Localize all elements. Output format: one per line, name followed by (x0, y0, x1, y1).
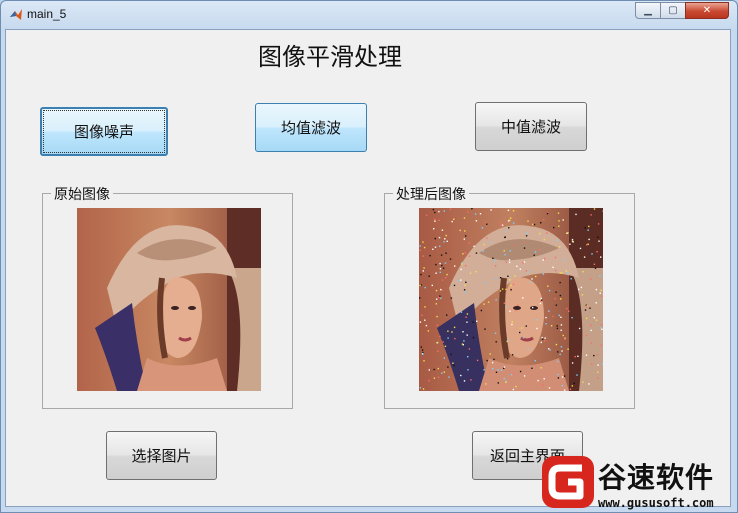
processed-image (419, 208, 603, 391)
title-bar[interactable]: main_5 ▁ ▢ ✕ (1, 1, 737, 29)
mean-filter-button[interactable]: 均值滤波 (255, 103, 367, 152)
maximize-button[interactable]: ▢ (660, 2, 686, 19)
watermark: 谷速软件 www.gususoft.com (538, 454, 738, 513)
gususoft-logo-icon (542, 456, 594, 508)
image-noise-button[interactable]: 图像噪声 (40, 107, 168, 156)
maximize-icon: ▢ (668, 5, 678, 16)
original-panel-title: 原始图像 (51, 184, 113, 204)
minimize-icon: ▁ (644, 5, 652, 16)
processed-panel-title: 处理后图像 (393, 184, 469, 204)
select-image-button[interactable]: 选择图片 (106, 431, 217, 480)
figure-client-area: 图像平滑处理 图像噪声 均值滤波 中值滤波 原始图像 处理后图像 选择图片 返回… (5, 29, 731, 507)
watermark-name: 谷速软件 (598, 461, 715, 494)
close-icon: ✕ (702, 5, 712, 16)
close-button[interactable]: ✕ (685, 2, 729, 19)
minimize-button[interactable]: ▁ (635, 2, 661, 19)
window-title: main_5 (27, 7, 67, 21)
caption-buttons: ▁ ▢ ✕ (635, 2, 729, 19)
original-image (77, 208, 261, 391)
page-title: 图像平滑处理 (258, 43, 402, 71)
app-window: main_5 ▁ ▢ ✕ 图像平滑处理 图像噪声 均值滤波 中值滤波 原始图像 … (0, 0, 738, 513)
watermark-url: www.gususoft.com (598, 496, 714, 510)
median-filter-button[interactable]: 中值滤波 (475, 102, 587, 151)
matlab-icon (10, 9, 22, 20)
